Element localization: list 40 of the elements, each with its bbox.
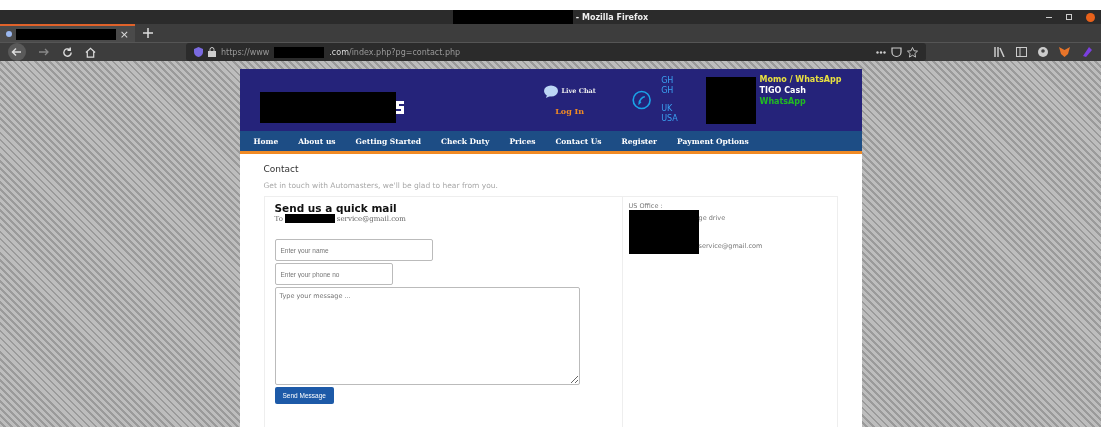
url-text: .com/index.php?pg=contact.php xyxy=(329,47,461,57)
more-icon[interactable] xyxy=(876,50,886,54)
redaction-bar xyxy=(274,46,325,58)
payment-label: Momo / WhatsApp xyxy=(759,74,842,85)
fox-icon[interactable] xyxy=(1059,47,1070,57)
lock-icon xyxy=(208,47,216,57)
library-icon[interactable] xyxy=(994,47,1005,57)
phone-label: GH xyxy=(661,86,675,96)
home-icon[interactable] xyxy=(85,46,96,58)
pocket-icon[interactable] xyxy=(891,46,902,58)
window-title: - Mozilla Firefox xyxy=(575,12,649,22)
payment-label: WhatsApp xyxy=(759,96,807,107)
url-text: https://www xyxy=(221,47,270,57)
chat-bubble-icon xyxy=(543,84,558,98)
page-title: Contact xyxy=(263,164,300,174)
redaction-bar xyxy=(705,76,756,124)
favicon-icon xyxy=(6,31,12,37)
payment-label: TIGO Cash xyxy=(759,85,807,96)
shield-icon xyxy=(194,47,203,57)
address-bar[interactable]: https://www .com/index.php?pg=contact.php xyxy=(186,43,926,61)
reload-icon[interactable] xyxy=(62,46,73,58)
log-in-link[interactable]: Log In xyxy=(555,105,585,116)
form-heading: Send us a quick mail xyxy=(274,202,397,214)
close-icon[interactable] xyxy=(1086,12,1095,22)
forward-icon[interactable] xyxy=(38,46,50,58)
new-tab-icon[interactable] xyxy=(143,28,153,38)
phone-icon xyxy=(631,88,652,112)
maximize-icon[interactable] xyxy=(1066,14,1072,20)
phone-label: GH xyxy=(661,76,675,86)
browser-tab[interactable]: × xyxy=(0,24,135,42)
sidebar-icon[interactable] xyxy=(1016,47,1027,57)
account-icon[interactable] xyxy=(1038,47,1048,57)
phone-label: USA xyxy=(661,114,678,124)
star-icon[interactable] xyxy=(907,46,918,58)
phone-label: UK xyxy=(661,104,674,114)
redaction-bar xyxy=(284,214,335,223)
minimize-icon[interactable] xyxy=(1046,16,1052,18)
redaction-bar xyxy=(628,210,699,254)
back-icon[interactable] xyxy=(8,43,26,61)
close-tab-button[interactable]: × xyxy=(119,27,129,41)
